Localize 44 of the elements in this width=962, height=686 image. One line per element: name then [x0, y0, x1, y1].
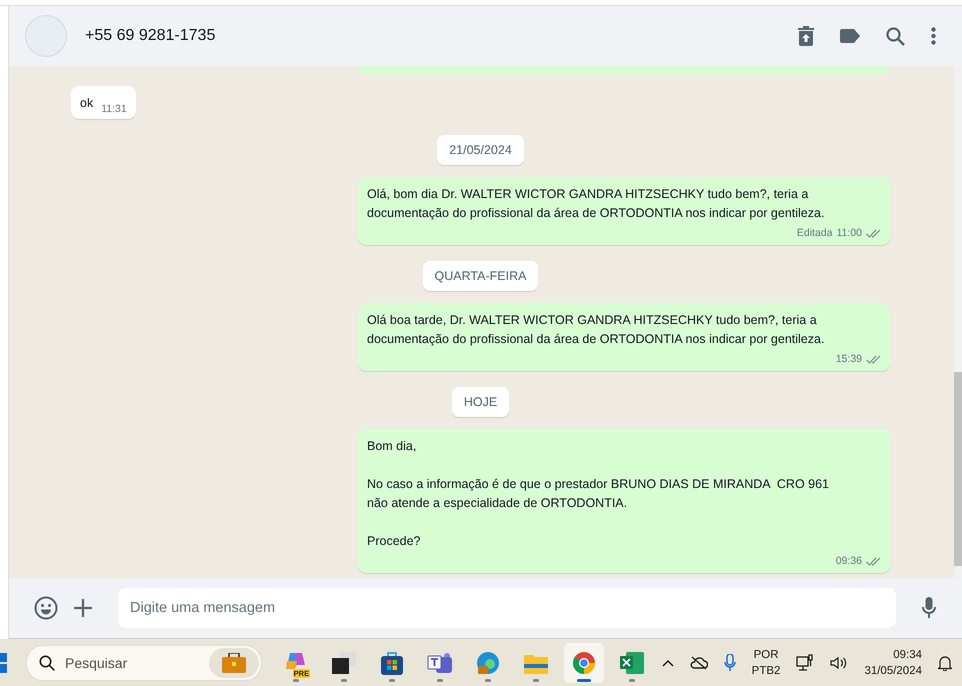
app-icon	[572, 650, 596, 674]
date-chip: HOJE	[452, 387, 510, 417]
contact-name[interactable]: +55 69 9281-1735	[85, 27, 780, 45]
message-time: 11:31	[101, 103, 127, 115]
delete-icon[interactable]	[798, 26, 814, 46]
search-placeholder: Pesquisar	[64, 654, 128, 670]
microphone-icon[interactable]	[922, 597, 936, 619]
message-text: ok	[80, 95, 94, 112]
search-icon[interactable]	[886, 26, 905, 46]
taskbar-search[interactable]: Pesquisar	[26, 644, 262, 680]
message-text: Olá boa tarde, Dr. WALTER WICTOR GANDRA HITZSECHKY tudo bem?, teria a documentação do profissional da área de ORTODONTIA nos indicar por gentileza.	[367, 312, 826, 348]
keyboard-language[interactable]: POR	[754, 646, 779, 662]
message-text: Bom dia, No caso a informação é de que o prestador BRUNO DIAS DE MIRANDA CRO 961 não atende a especialidade de ORTODONTIA. Procede?	[367, 438, 830, 550]
taskbar-app[interactable]	[564, 642, 604, 682]
message-time: 09:36	[836, 555, 862, 567]
message-text: Olá, bom dia Dr. WALTER WICTOR GANDRA HITZSECHKY tudo bem?, teria a documentação do profissional da área de ORTODONTIA nos indicar por gentileza.	[367, 186, 826, 222]
app-icon	[332, 652, 356, 674]
app-icon	[620, 652, 644, 674]
date-chip: 21/05/2024	[437, 135, 524, 165]
app-icon	[380, 650, 404, 674]
search-icon	[38, 654, 55, 670]
clock-date[interactable]: 31/05/2024	[864, 662, 922, 678]
message-input[interactable]: Digite uma mensagem	[118, 588, 896, 628]
scrollbar[interactable]	[954, 66, 962, 578]
more-menu-icon[interactable]	[931, 27, 936, 45]
date-chip: QUARTA-FEIRA	[422, 261, 538, 291]
speaker-icon[interactable]	[830, 656, 848, 670]
network-icon[interactable]	[796, 654, 814, 672]
windows-start-icon[interactable]	[0, 652, 8, 672]
app-icon	[476, 650, 500, 674]
keyboard-language[interactable]: PTB2	[752, 662, 780, 678]
chevron-up-icon[interactable]	[662, 658, 674, 666]
edited-label: Editada	[796, 227, 832, 239]
label-icon[interactable]	[840, 29, 860, 43]
app-icon	[426, 650, 453, 674]
clock-time[interactable]: 09:34	[893, 646, 922, 662]
message-time: 15:39	[836, 353, 862, 365]
plus-icon[interactable]	[74, 599, 92, 617]
message-time: 11:00	[836, 227, 862, 239]
cloud-off-icon[interactable]	[690, 656, 708, 670]
microphone-icon[interactable]	[724, 654, 736, 672]
emoji-icon[interactable]	[34, 596, 58, 620]
briefcase-icon	[208, 648, 259, 678]
bell-icon[interactable]	[938, 654, 952, 670]
